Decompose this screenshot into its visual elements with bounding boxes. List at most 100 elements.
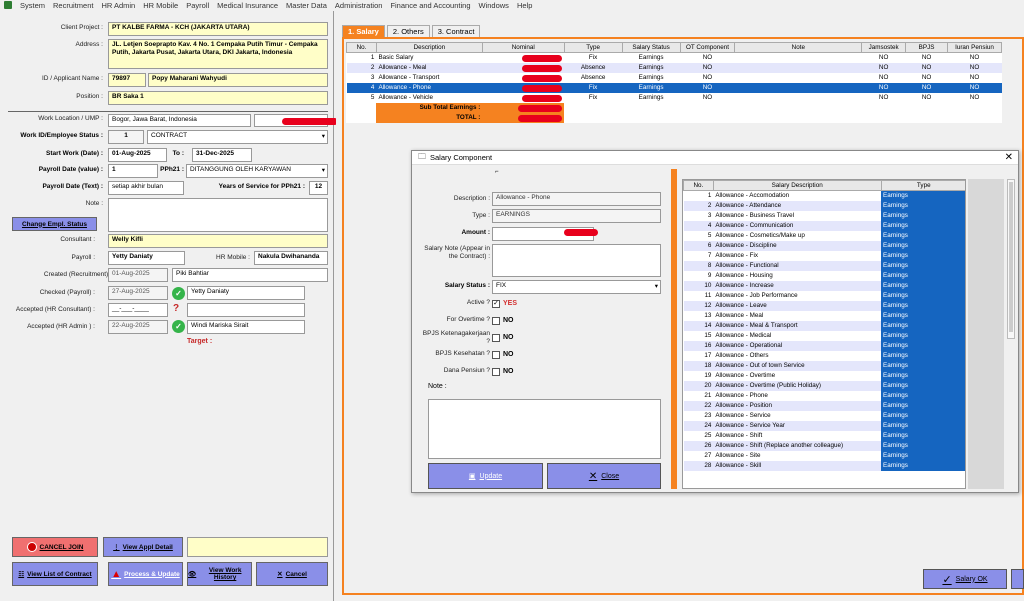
menu-system[interactable]: System	[20, 1, 45, 10]
list-item[interactable]: 14 Allowance - Meal & Transport Earnings	[683, 320, 965, 331]
list-item[interactable]: 9 Allowance - Housing Earnings	[683, 270, 965, 281]
salary-status-select[interactable]: FIX ▾	[492, 280, 661, 294]
cell-ot: NO	[702, 64, 713, 71]
accepted-hrc-date-field[interactable]: __-___-____	[108, 303, 168, 317]
overtime-label: For Overtime ?	[446, 316, 490, 323]
note-label: Note :	[428, 383, 447, 390]
list-item[interactable]: 19 Allowance - Overtime Earnings	[683, 370, 965, 381]
list-item[interactable]: 4 Allowance - Communication Earnings	[683, 220, 965, 231]
list-item[interactable]: 1 Allowance - Accomodation Earnings	[683, 190, 965, 201]
update-button[interactable]: ▣ Update	[428, 463, 543, 489]
view-list-contract-button[interactable]: ☷ View List of Contract	[12, 562, 98, 586]
menu-finance[interactable]: Finance and Accounting	[390, 1, 470, 10]
position-label: Position :	[76, 93, 103, 100]
cancel-join-button[interactable]: CANCEL JOIN	[12, 537, 98, 557]
payroll-text-field[interactable]: setiap akhir bulan	[108, 181, 184, 195]
bpjs-tk-checkbox[interactable]	[492, 334, 500, 342]
menu-master-data[interactable]: Master Data	[286, 1, 327, 10]
menu-windows[interactable]: Windows	[479, 1, 509, 10]
list-item[interactable]: 26 Allowance - Shift (Replace another col…	[683, 440, 965, 451]
menu-hr-mobile[interactable]: HR Mobile	[143, 1, 178, 10]
list-item[interactable]: 17 Allowance - Others Earnings	[683, 350, 965, 361]
bpjs-kes-checkbox[interactable]	[492, 351, 500, 359]
menu-recruitment[interactable]: Recruitment	[53, 1, 93, 10]
list-cell-desc: Allowance - Service	[715, 412, 771, 419]
list-item[interactable]: 21 Allowance - Phone Earnings	[683, 390, 965, 401]
process-update-button[interactable]: ▲ Process & Update	[108, 562, 183, 586]
payroll-text-label: Payroll Date (Text) :	[42, 183, 103, 190]
work-id-field: 1	[108, 130, 144, 144]
cell-status: Earnings	[638, 64, 664, 71]
view-appl-detail-button[interactable]: ⋮ View Appl Detail	[103, 537, 183, 557]
list-cell-no: 13	[704, 312, 712, 319]
note-field[interactable]	[108, 198, 328, 232]
vertical-scrollbar[interactable]	[1007, 179, 1015, 339]
list-item[interactable]: 7 Allowance - Fix Earnings	[683, 250, 965, 261]
table-row[interactable]: 2 Allowance - Meal Absence Earnings NO N…	[346, 62, 1002, 73]
end-date-field[interactable]: 31-Dec-2025	[192, 148, 252, 162]
cell-type: Absence	[580, 64, 606, 71]
employee-status-select[interactable]: CONTRACT ▾	[147, 130, 328, 144]
list-cell-no: 6	[707, 242, 712, 249]
start-date-field[interactable]: 01-Aug-2025	[108, 148, 167, 162]
list-item[interactable]: 27 Allowance - Site Earnings	[683, 450, 965, 461]
hr-mobile-field: Nakula Dwihananda	[254, 251, 328, 265]
years-field[interactable]: 12	[309, 181, 328, 195]
salary-ok-button[interactable]: ✓ Salary OK	[923, 569, 1007, 589]
menu-payroll[interactable]: Payroll	[186, 1, 209, 10]
scrollbar-thumb[interactable]	[1009, 182, 1013, 332]
pensiun-checkbox[interactable]	[492, 368, 500, 376]
menu-help[interactable]: Help	[517, 1, 532, 10]
list-item[interactable]: 13 Allowance - Meal Earnings	[683, 310, 965, 321]
salary-note-field[interactable]	[492, 244, 661, 277]
table-row-selected[interactable]: 4 Allowance - Phone Fix Earnings NO NO N…	[346, 82, 1002, 93]
list-cell-no: 3	[707, 212, 712, 219]
pph21-select[interactable]: DITANGGUNG OLEH KARYAWAN ▾	[186, 164, 328, 178]
list-item[interactable]: 24 Allowance - Service Year Earnings	[683, 420, 965, 431]
list-item[interactable]: 28 Allowance - Skill Earnings	[683, 460, 965, 471]
list-item[interactable]: 22 Allowance - Position Earnings	[683, 400, 965, 411]
created-by-field: Piki Bahtiar	[172, 268, 328, 282]
active-checkbox[interactable]: ✓	[492, 300, 500, 308]
menu-administration[interactable]: Administration	[335, 1, 383, 10]
id-label: ID / Applicant Name :	[41, 75, 103, 82]
list-item[interactable]: 6 Allowance - Discipline Earnings	[683, 240, 965, 251]
tab-salary[interactable]: 1. Salary	[342, 25, 385, 37]
view-work-history-button[interactable]: 👁 View Work History	[187, 562, 252, 586]
tab-others[interactable]: 2. Others	[386, 25, 430, 37]
extra-button[interactable]	[1011, 569, 1024, 589]
table-row[interactable]: 1 Basic Salary Fix Earnings NO NO NO NO	[346, 52, 1002, 63]
payroll-value-field[interactable]: 1	[108, 164, 158, 178]
list-item[interactable]: 11 Allowance - Job Performance Earnings	[683, 290, 965, 301]
close-button[interactable]: ✕ Close	[547, 463, 661, 489]
menu-hr-admin[interactable]: HR Admin	[101, 1, 135, 10]
table-row[interactable]: 5 Allowance - Vehicle Fix Earnings NO NO…	[346, 92, 1002, 103]
overtime-checkbox[interactable]	[492, 317, 500, 325]
cancel-button[interactable]: ✕ Cancel	[256, 562, 328, 586]
list-item[interactable]: 18 Allowance - Out of town Service Earning…	[683, 360, 965, 371]
list-cell-type: Earnings	[881, 230, 965, 241]
table-row[interactable]: 3 Allowance - Transport Absence Earnings…	[346, 72, 1002, 83]
list-item[interactable]: 25 Allowance - Shift Earnings	[683, 430, 965, 441]
list-item[interactable]: 8 Allowance - Functional Earnings	[683, 260, 965, 271]
tab-contract[interactable]: 3. Contract	[431, 25, 481, 37]
list-item[interactable]: 16 Allowance - Operational Earnings	[683, 340, 965, 351]
list-item[interactable]: 20 Allowance - Overtime (Public Holiday) E…	[683, 380, 965, 391]
list-cell-no: 12	[704, 302, 712, 309]
list-item[interactable]: 2 Allowance - Attendance Earnings	[683, 200, 965, 211]
list-item[interactable]: 23 Allowance - Service Earnings	[683, 410, 965, 421]
list-item[interactable]: 3 Allowance - Business Travel Earnings	[683, 210, 965, 221]
list-cell-no: 24	[704, 422, 712, 429]
note-field[interactable]	[428, 399, 661, 459]
close-icon[interactable]: ✕	[1005, 152, 1013, 163]
list-item[interactable]: 12 Allowance - Leave Earnings	[683, 300, 965, 311]
work-location-field[interactable]: Bogor, Jawa Barat, Indonesia	[108, 114, 251, 127]
change-status-button[interactable]: Change Empl. Status	[12, 217, 97, 231]
cell-type: Fix	[588, 94, 598, 101]
payroll-label: Payroll :	[71, 254, 95, 261]
list-item[interactable]: 5 Allowance - Cosmetics/Make up Earnings	[683, 230, 965, 241]
list-item[interactable]: 10 Allowance - Increase Earnings	[683, 280, 965, 291]
list-item[interactable]: 15 Allowance - Medical Earnings	[683, 330, 965, 341]
menu-medical-insurance[interactable]: Medical Insurance	[217, 1, 278, 10]
pensiun-label: Dana Pensiun ?	[443, 367, 490, 374]
